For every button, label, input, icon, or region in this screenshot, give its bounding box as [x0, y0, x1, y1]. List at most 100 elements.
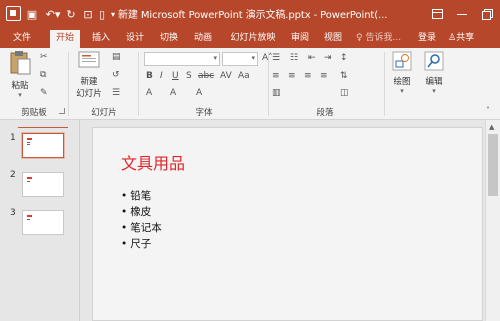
justify-icon[interactable]: ≡: [320, 71, 328, 81]
new-file-icon[interactable]: ▯: [96, 5, 108, 23]
tab-transitions[interactable]: 切换: [154, 28, 184, 48]
paste-dropdown-icon: ▾: [18, 91, 22, 99]
group-label-paragraph: 段落: [316, 108, 334, 118]
italic-icon[interactable]: I: [160, 71, 163, 81]
group-label-font: 字体: [195, 108, 213, 118]
thumbnail-insert-marker: [18, 127, 68, 128]
bullet-item: 铅笔: [121, 188, 162, 204]
bullet-item: 尺子: [121, 236, 162, 252]
align-left-icon[interactable]: ≡: [272, 71, 280, 81]
line-spacing-icon[interactable]: ↕: [340, 53, 348, 63]
redo-icon[interactable]: ↻: [64, 5, 78, 23]
tab-design[interactable]: 设计: [120, 28, 150, 48]
tab-animations[interactable]: 动画: [188, 28, 218, 48]
vertical-scrollbar[interactable]: ▲: [485, 120, 500, 321]
edit-label: 编辑: [425, 77, 443, 87]
edit-button[interactable]: 编辑 ▾: [420, 50, 448, 95]
tab-insert[interactable]: 插入: [86, 28, 116, 48]
new-slide-icon: [78, 51, 100, 68]
font-color-icon[interactable]: A: [146, 88, 152, 98]
clipboard-icon: [10, 51, 31, 75]
customize-icon[interactable]: ▾: [108, 5, 118, 23]
layout-icon[interactable]: ▤: [112, 52, 121, 62]
underline-icon[interactable]: U: [172, 71, 179, 81]
strikethrough-icon[interactable]: abc: [198, 71, 214, 81]
chevron-down-icon: ▾: [432, 87, 436, 95]
clipboard-launcher-icon[interactable]: [59, 108, 65, 114]
char-spacing-icon[interactable]: AV: [220, 71, 232, 81]
slide-thumbnail-3[interactable]: [22, 210, 64, 235]
share-button[interactable]: ♙共享: [448, 28, 474, 48]
tell-me-box[interactable]: ♀ 告诉我...: [356, 28, 401, 48]
chevron-down-icon: ▾: [400, 87, 404, 95]
scroll-up-icon[interactable]: ▲: [489, 123, 494, 131]
font-size-combo[interactable]: ▾: [222, 52, 258, 66]
tab-file[interactable]: 文件: [4, 28, 40, 48]
highlight-icon[interactable]: A: [170, 88, 176, 98]
align-center-icon[interactable]: ≡: [288, 71, 296, 81]
thumbnail-line: [27, 181, 30, 182]
tab-view[interactable]: 视图: [318, 28, 348, 48]
minimize-icon[interactable]: [449, 0, 475, 28]
thumbnail-title: [27, 138, 32, 140]
thumbnail-number: 2: [10, 170, 16, 180]
share-label: 共享: [456, 33, 475, 43]
paste-label: 粘贴: [11, 81, 29, 91]
chevron-down-icon: ▾: [213, 54, 217, 62]
powerpoint-logo-icon: [6, 6, 21, 21]
columns-icon[interactable]: ▥: [272, 88, 281, 98]
tab-slideshow[interactable]: 幻灯片放映: [224, 28, 282, 48]
thumbnail-line: [27, 142, 30, 143]
thumbnail-title: [27, 215, 32, 217]
tab-review[interactable]: 审阅: [286, 28, 314, 48]
cut-icon[interactable]: ✂: [40, 52, 48, 62]
copy-icon[interactable]: ⧉: [40, 70, 46, 80]
bullets-icon[interactable]: ☰: [272, 53, 280, 63]
login-link[interactable]: 登录: [418, 28, 436, 48]
font-name-combo[interactable]: ▾: [144, 52, 220, 66]
slide-thumbnail-panel: 1 2 3: [0, 120, 80, 321]
ribbon-display-icon[interactable]: [424, 0, 450, 28]
separator: [138, 52, 139, 116]
reset-icon[interactable]: ↺: [112, 70, 120, 80]
format-painter-icon[interactable]: ✎: [40, 88, 48, 98]
clear-format-icon[interactable]: A: [196, 88, 202, 98]
restore-icon[interactable]: [474, 0, 500, 28]
change-case-icon[interactable]: Aa: [238, 71, 250, 81]
slide-title[interactable]: 文具用品: [121, 150, 185, 174]
new-slide-label-2: 幻灯片: [76, 89, 102, 99]
thumbnail-number: 1: [10, 133, 16, 143]
ribbon-tabs: 文件 开始 插入 设计 切换 动画 幻灯片放映 审阅 视图 ♀ 告诉我... 登…: [0, 28, 500, 48]
undo-icon[interactable]: ↶▾: [42, 5, 64, 23]
tab-home[interactable]: 开始: [50, 30, 80, 48]
draw-label: 绘图: [393, 77, 411, 87]
save-icon[interactable]: ▣: [24, 5, 40, 23]
separator: [68, 52, 69, 116]
thumbnail-title: [27, 177, 32, 179]
section-icon[interactable]: ☰: [112, 88, 120, 98]
tell-me-label: 告诉我...: [365, 33, 402, 43]
text-direction-icon[interactable]: ⇅: [340, 71, 348, 81]
separator: [384, 52, 385, 116]
paste-button[interactable]: 粘贴 ▾: [6, 50, 34, 99]
numbering-icon[interactable]: ☷: [290, 53, 298, 63]
slide-canvas[interactable]: 文具用品 铅笔 橡皮 笔记本 尺子: [92, 127, 483, 321]
smartart-icon[interactable]: ◫: [340, 88, 349, 98]
new-slide-button[interactable]: 新建 幻灯片: [72, 50, 106, 99]
scrollbar-thumb[interactable]: [488, 134, 498, 196]
draw-button[interactable]: 绘图 ▾: [388, 50, 416, 95]
increase-indent-icon[interactable]: ⇥: [324, 53, 332, 63]
bold-icon[interactable]: B: [146, 71, 153, 81]
lightbulb-icon: ♀: [356, 33, 363, 43]
present-icon[interactable]: ⊡: [80, 5, 96, 23]
collapse-ribbon-icon[interactable]: ˄: [486, 106, 490, 115]
shadow-icon[interactable]: S: [186, 71, 192, 81]
slide-bullet-list[interactable]: 铅笔 橡皮 笔记本 尺子: [121, 188, 162, 252]
align-right-icon[interactable]: ≡: [304, 71, 312, 81]
thumbnail-line: [27, 144, 30, 145]
decrease-indent-icon[interactable]: ⇤: [308, 53, 316, 63]
workspace: 1 2 3 文具用品 铅笔 橡皮 笔记本 尺子 ▲: [0, 120, 500, 321]
slide-thumbnail-1[interactable]: [21, 132, 65, 159]
slide-thumbnail-2[interactable]: [22, 172, 64, 197]
window-title: 新建 Microsoft PowerPoint 演示文稿.pptx - Powe…: [118, 10, 388, 21]
